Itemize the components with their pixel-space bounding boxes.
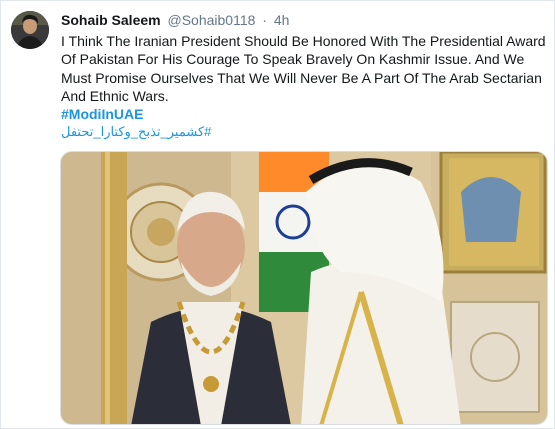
hashtag-modiinuae[interactable]: #ModiInUAE [61,105,549,123]
avatar[interactable] [11,11,49,49]
user-handle[interactable]: @Sohaib0118 [167,12,255,28]
tweet-card[interactable]: Sohaib Saleem @Sohaib0118 · 4h I Think T… [0,0,555,429]
tweet-body: I Think The Iranian President Should Be … [61,32,549,142]
timestamp[interactable]: 4h [274,12,290,28]
display-name[interactable]: Sohaib Saleem [61,12,161,28]
avatar-photo [11,11,49,49]
tweet-header: Sohaib Saleem @Sohaib0118 · 4h [61,12,289,28]
hashtag-kashmir-urdu[interactable]: #كشمير_تذبح_وكتارا_تحتفل [61,123,549,141]
tweet-media-photo[interactable] [60,151,548,425]
separator-dot: · [262,12,267,28]
photo-illustration [61,152,547,424]
tweet-text: I Think The Iranian President Should Be … [61,33,546,104]
